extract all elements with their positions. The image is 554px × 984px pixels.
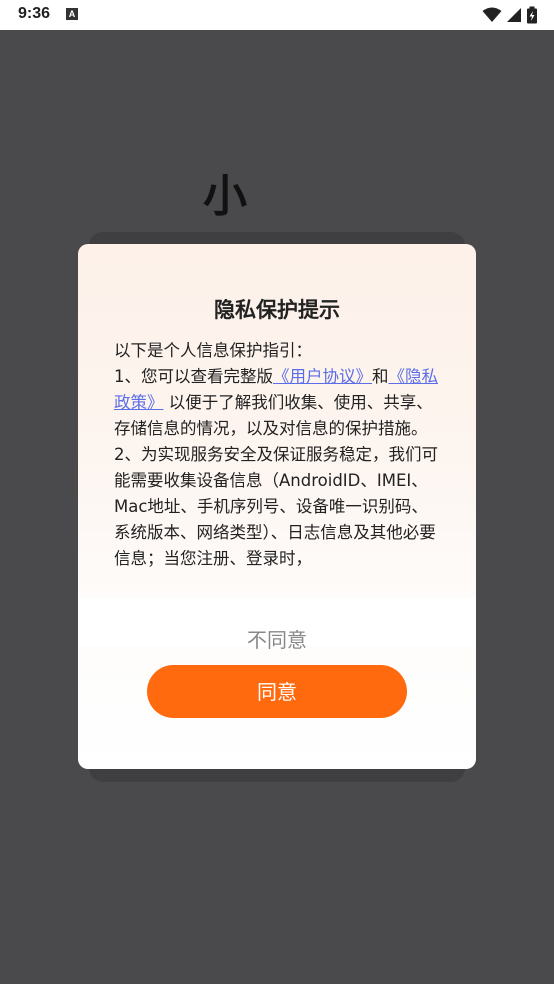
item1-paragraph: 1、您可以查看完整版《用户协议》和《隐私政策》 以便于了解我们收集、使用、共享、…: [114, 364, 444, 442]
status-bar: 9:36 A: [0, 0, 554, 30]
wifi-icon: [482, 7, 502, 22]
signal-icon: [507, 8, 521, 22]
status-time: 9:36: [18, 5, 51, 22]
status-icons: [482, 6, 538, 24]
disagree-button[interactable]: 不同意: [78, 623, 476, 654]
agree-button[interactable]: 同意: [147, 665, 407, 718]
screen: 9:36 A 小 隐私保护提示 以下是个人信息保护指引： 1、您可以查看完整版《…: [0, 0, 554, 984]
dialog-title: 隐私保护提示: [214, 298, 340, 322]
dialog-body[interactable]: 以下是个人信息保护指引： 1、您可以查看完整版《用户协议》和《隐私政策》 以便于…: [114, 338, 444, 598]
privacy-dialog: 隐私保护提示 以下是个人信息保护指引： 1、您可以查看完整版《用户协议》和《隐私…: [78, 244, 476, 769]
item2-paragraph: 2、为实现服务安全及保证服务稳定，我们可能需要收集设备信息（AndroidID、…: [114, 445, 438, 568]
intro-text: 以下是个人信息保护指引：: [114, 341, 312, 360]
battery-charging-icon: [527, 6, 537, 24]
notification-icon: A: [66, 8, 78, 20]
background-app-title: 小: [203, 171, 247, 222]
item1-and: 和: [372, 367, 389, 386]
item1-prefix: 1、您可以查看完整版: [114, 367, 273, 386]
user-agreement-link[interactable]: 《用户协议》: [273, 367, 372, 386]
